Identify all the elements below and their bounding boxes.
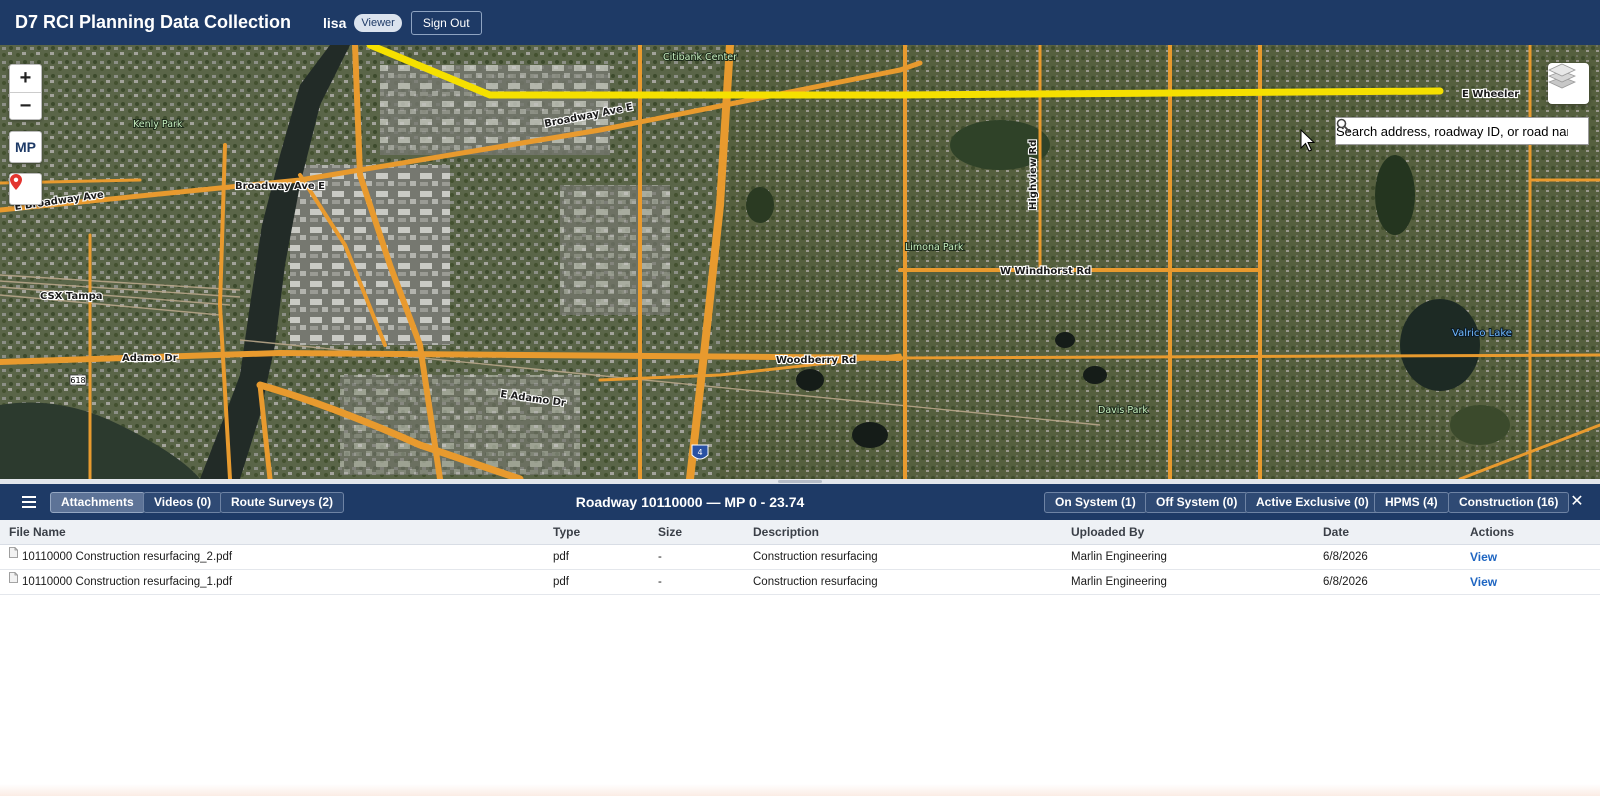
label-broadway-ave-1: Broadway Ave E (235, 181, 325, 192)
milepost-button[interactable]: MP (9, 131, 42, 163)
user-name: lisa (323, 14, 347, 31)
file-type: pdf (553, 576, 569, 588)
file-size: - (658, 576, 662, 588)
zoom-in-button[interactable]: + (10, 65, 41, 92)
label-e-wheeler: E Wheeler (1462, 89, 1519, 100)
label-limona-park: Limona Park (905, 242, 964, 253)
menu-icon[interactable] (20, 494, 38, 510)
file-name-cell: 10110000 Construction resurfacing_1.pdf (9, 570, 232, 595)
view-link-label[interactable]: View (1470, 550, 1497, 564)
map-search (1335, 117, 1589, 145)
search-icon[interactable] (1336, 118, 1586, 140)
upload-date: 6/8/2026 (1323, 551, 1368, 563)
filter-active-exclusive[interactable]: Active Exclusive (0) (1245, 492, 1380, 513)
upload-date: 6/8/2026 (1323, 576, 1368, 588)
column-header-actions: Actions (1470, 525, 1515, 539)
attachments-panel-toolbar: Attachments Videos (0) Route Surveys (2)… (0, 484, 1600, 520)
file-name: 10110000 Construction resurfacing_1.pdf (22, 576, 233, 588)
file-type: pdf (553, 551, 569, 563)
filter-construction[interactable]: Construction (16) (1448, 492, 1570, 513)
app-title: D7 RCI Planning Data Collection (15, 12, 292, 32)
file-icon (9, 568, 18, 593)
file-size: - (658, 551, 662, 563)
label-csx-tampa: CSX Tampa (40, 291, 103, 302)
label-valrico-lake: Valrico Lake (1452, 328, 1512, 339)
location-pin-button[interactable] (9, 173, 42, 205)
page-bottom-edge (0, 784, 1600, 796)
label-kenly-park: Kenly Park (133, 119, 183, 130)
attachments-table: File Name Type Size Description Uploaded… (0, 520, 1600, 595)
label-davis-park: Davis Park (1098, 405, 1148, 416)
label-adamo-dr-1: Adamo Dr (122, 353, 178, 364)
tab-route-surveys[interactable]: Route Surveys (2) (220, 492, 345, 513)
map-imagery: 618 4 Broadway Ave E Broadway Ave E E Br… (0, 45, 1600, 479)
sign-out-button[interactable]: Sign Out (410, 10, 482, 35)
label-highview-rd: Highview Rd (1028, 140, 1039, 210)
svg-text:618: 618 (70, 376, 85, 385)
column-header-file-name[interactable]: File Name (9, 520, 66, 545)
column-header-description[interactable]: Description (753, 520, 819, 545)
view-link[interactable]: View (1470, 570, 1497, 595)
view-link-label[interactable]: View (1470, 575, 1497, 589)
column-header-uploaded-by[interactable]: Uploaded By (1071, 520, 1144, 545)
map-search-input[interactable] (1336, 118, 1568, 144)
file-name: 10110000 Construction resurfacing_2.pdf (22, 551, 233, 563)
column-header-type[interactable]: Type (553, 520, 580, 545)
file-name-cell: 10110000 Construction resurfacing_2.pdf (9, 545, 232, 570)
table-row: 10110000 Construction resurfacing_1.pdf … (0, 570, 1600, 595)
app-header: D7 RCI Planning Data Collection lisa Vie… (0, 0, 1600, 45)
label-woodberry-rd: Woodberry Rd (776, 355, 856, 366)
panel-title: Roadway 10110000 — MP 0 - 23.74 (575, 494, 805, 510)
layers-button[interactable] (1548, 63, 1589, 104)
filter-off-system[interactable]: Off System (0) (1145, 492, 1249, 513)
svg-text:4: 4 (697, 448, 702, 457)
filter-on-system[interactable]: On System (1) (1044, 492, 1147, 513)
column-header-date[interactable]: Date (1323, 520, 1349, 545)
map-view[interactable]: 618 4 Broadway Ave E Broadway Ave E E Br… (0, 45, 1600, 479)
label-citibank-center: Citibank Center (663, 52, 737, 63)
table-row: 10110000 Construction resurfacing_2.pdf … (0, 545, 1600, 570)
resize-grip-icon (778, 480, 822, 483)
tab-attachments[interactable]: Attachments (50, 492, 145, 513)
zoom-controls: + − (9, 64, 42, 120)
filter-hpms[interactable]: HPMS (4) (1374, 492, 1449, 513)
uploaded-by: Marlin Engineering (1071, 551, 1167, 563)
file-description: Construction resurfacing (753, 551, 878, 563)
file-icon (9, 543, 18, 568)
table-header: File Name Type Size Description Uploaded… (0, 520, 1600, 545)
column-header-size[interactable]: Size (658, 520, 682, 545)
tab-videos[interactable]: Videos (0) (143, 492, 223, 513)
role-badge: Viewer (354, 13, 402, 32)
zoom-out-button[interactable]: − (10, 92, 41, 119)
close-panel-button[interactable]: ✕ (1567, 491, 1587, 513)
label-windhorst-rd: W Windhorst Rd (1000, 266, 1091, 277)
uploaded-by: Marlin Engineering (1071, 576, 1167, 588)
file-description: Construction resurfacing (753, 576, 878, 588)
view-link[interactable]: View (1470, 545, 1497, 570)
